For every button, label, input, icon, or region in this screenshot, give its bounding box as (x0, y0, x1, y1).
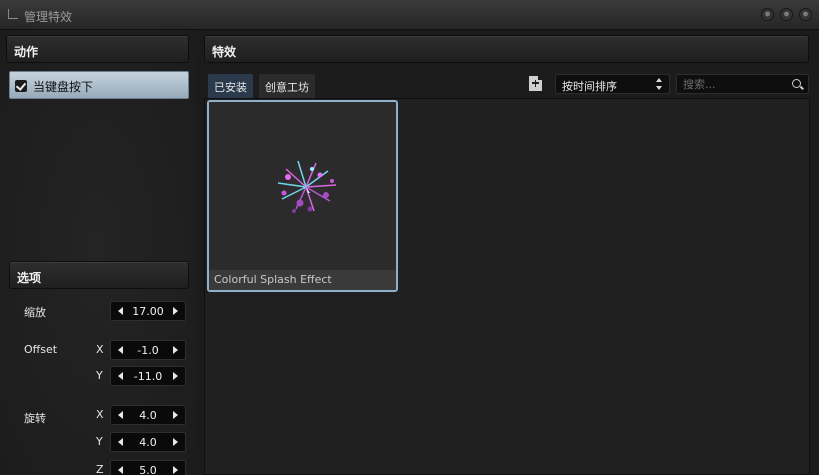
add-file-icon[interactable] (529, 76, 542, 91)
sort-select-value: 按时间排序 (562, 80, 617, 93)
updown-arrows-icon (656, 78, 663, 90)
action-item-label: 当键盘按下 (33, 80, 94, 94)
actions-header: 动作 (6, 35, 189, 63)
increment-arrow-icon[interactable] (173, 411, 178, 419)
action-checkbox[interactable] (15, 80, 27, 92)
options-header-label: 选项 (17, 271, 42, 285)
scale-label: 缩放 (24, 306, 46, 319)
rotation-y-label: Y (96, 435, 103, 448)
scale-stepper[interactable]: 17.00 (110, 301, 186, 321)
rotation-z-stepper[interactable]: 5.0 (110, 460, 186, 475)
search-icon[interactable] (792, 79, 801, 88)
offset-y-stepper[interactable]: -11.0 (110, 366, 186, 386)
close-button[interactable] (799, 8, 812, 21)
search-box[interactable] (676, 74, 809, 94)
offset-label: Offset (24, 343, 58, 356)
title-bar: 管理特效 (0, 0, 819, 30)
rotation-x-stepper[interactable]: 4.0 (110, 405, 186, 425)
maximize-button[interactable] (780, 8, 793, 21)
actions-header-label: 动作 (14, 45, 39, 59)
increment-arrow-icon[interactable] (173, 466, 178, 474)
sort-select[interactable]: 按时间排序 (555, 74, 670, 94)
minimize-button[interactable] (761, 8, 774, 21)
window-title: 管理特效 (24, 10, 73, 24)
increment-arrow-icon[interactable] (173, 346, 178, 354)
increment-arrow-icon[interactable] (173, 438, 178, 446)
increment-arrow-icon[interactable] (173, 372, 178, 380)
splash-preview-image (277, 160, 337, 213)
action-item-keypress[interactable]: 当键盘按下 (9, 71, 189, 99)
effect-title: Colorful Splash Effect (214, 273, 332, 286)
search-input[interactable] (683, 77, 783, 92)
tab-workshop[interactable]: 创意工坊 (259, 74, 315, 98)
offset-x-stepper[interactable]: -1.0 (110, 340, 186, 360)
rotation-label: 旋转 (24, 412, 46, 425)
offset-x-label: X (96, 343, 104, 356)
effect-card[interactable]: Colorful Splash Effect (207, 100, 398, 292)
effects-header: 特效 (204, 35, 809, 63)
increment-arrow-icon[interactable] (173, 307, 178, 315)
rotation-y-stepper[interactable]: 4.0 (110, 432, 186, 452)
effect-thumbnail (209, 102, 396, 270)
offset-y-label: Y (96, 369, 103, 382)
window-menu-icon[interactable] (8, 9, 18, 19)
tab-installed[interactable]: 已安装 (208, 74, 253, 98)
rotation-x-label: X (96, 408, 104, 421)
options-header: 选项 (9, 261, 189, 289)
effects-header-label: 特效 (212, 45, 237, 59)
rotation-z-label: Z (96, 463, 104, 475)
effect-caption: Colorful Splash Effect (209, 270, 396, 290)
